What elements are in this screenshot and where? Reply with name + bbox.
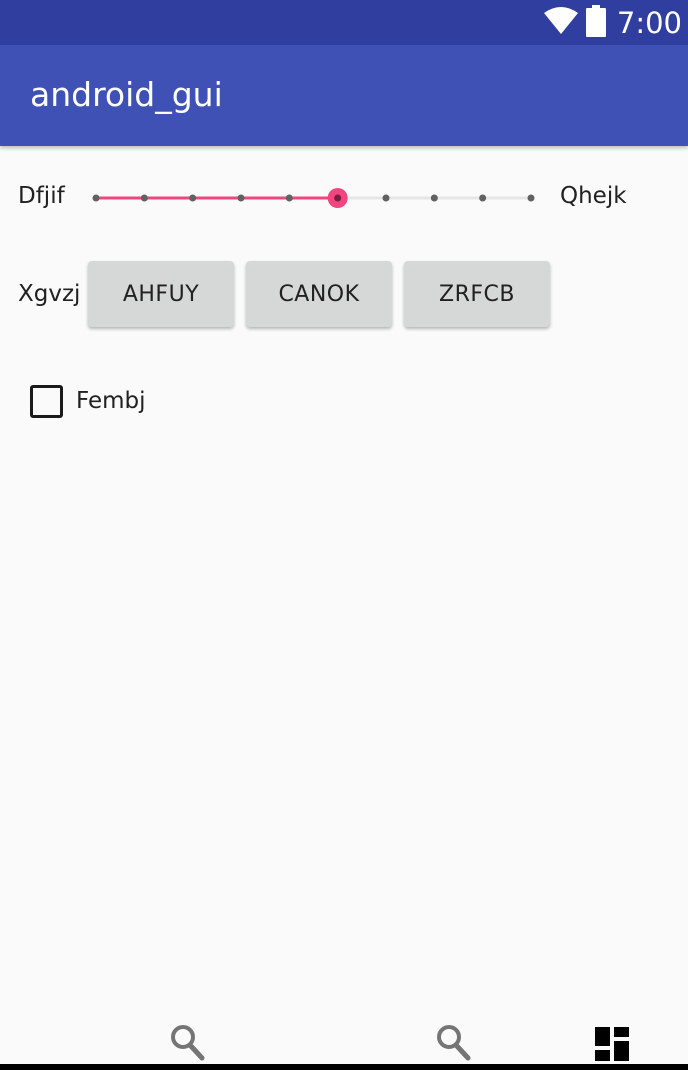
seekbar-thumb-tick bbox=[334, 194, 342, 202]
seekbar-tick bbox=[140, 194, 148, 202]
status-icons: 7:00 bbox=[543, 0, 682, 45]
search-icon[interactable] bbox=[170, 1024, 206, 1066]
seekbar-tick bbox=[285, 194, 293, 202]
seekbar-tick bbox=[382, 194, 390, 202]
checkbox-label[interactable]: Fembj bbox=[76, 388, 146, 414]
zrfcb-button[interactable]: ZRFCB bbox=[404, 261, 550, 327]
seekbar-right-label: Qhejk bbox=[560, 183, 627, 209]
battery-icon bbox=[585, 4, 607, 41]
fembj-checkbox[interactable] bbox=[30, 384, 63, 418]
seekbar-track[interactable] bbox=[86, 178, 546, 218]
checkbox-row[interactable]: Fembj bbox=[30, 384, 146, 418]
wifi-icon bbox=[543, 6, 579, 39]
seekbar-tick bbox=[527, 194, 535, 202]
canok-button[interactable]: CANOK bbox=[246, 261, 392, 327]
ahfuy-button[interactable]: AHFUY bbox=[88, 261, 234, 327]
status-bar: 7:00 bbox=[0, 0, 688, 45]
seekbar-tick bbox=[479, 194, 487, 202]
seekbar-tick bbox=[237, 194, 245, 202]
app-bar: android_gui bbox=[0, 45, 688, 146]
button-row-label: Xgvzj bbox=[18, 281, 81, 307]
dashboard-icon[interactable] bbox=[595, 1027, 629, 1065]
seekbar[interactable] bbox=[86, 178, 546, 218]
seekbar-left-label: Dfjif bbox=[18, 183, 65, 209]
bottom-edge bbox=[0, 1064, 688, 1070]
seekbar-tick bbox=[430, 194, 438, 202]
status-time: 7:00 bbox=[616, 5, 682, 40]
seekbar-tick bbox=[92, 194, 100, 202]
search-icon[interactable] bbox=[436, 1024, 472, 1066]
app-title: android_gui bbox=[30, 75, 223, 114]
seekbar-tick bbox=[189, 194, 197, 202]
